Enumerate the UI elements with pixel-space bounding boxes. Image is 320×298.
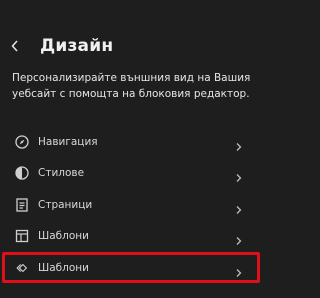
chevron-right-icon [235, 137, 243, 151]
template-icon [15, 229, 29, 243]
chevron-left-icon [11, 40, 19, 52]
back-button[interactable] [4, 32, 26, 60]
compass-icon [15, 135, 29, 149]
nav-item-navigation[interactable]: Навигация [0, 126, 269, 158]
design-panel: Дизайн Персонализирайте външния вид на В… [0, 0, 269, 298]
nav-item-label: Стилове [38, 167, 85, 180]
pattern-diamond-icon [15, 261, 29, 275]
nav-item-styles[interactable]: Стилове [0, 158, 269, 190]
chevron-right-icon [235, 168, 243, 183]
nav-item-label: Шаблони [38, 230, 89, 243]
nav-item-label: Шаблони [38, 261, 89, 274]
nav-item-pages[interactable]: Страници [0, 189, 269, 221]
page-title: Дизайн [40, 36, 114, 56]
design-nav-list: Навигация Стилове Страници Шаблони Шабло… [0, 126, 269, 284]
chevron-right-icon [235, 200, 243, 214]
chevron-right-icon [235, 231, 243, 246]
chevron-right-icon [235, 263, 243, 277]
nav-item-label: Страници [38, 198, 93, 211]
panel-description: Персонализирайте външния вид на Вашия уе… [12, 72, 251, 100]
page-icon [15, 198, 29, 212]
nav-item-templates[interactable]: Шаблони [0, 221, 269, 253]
panel-header: Дизайн [0, 28, 269, 64]
half-circle-icon [15, 166, 29, 180]
nav-item-patterns[interactable]: Шаблони [0, 252, 269, 284]
nav-item-label: Навигация [38, 135, 98, 148]
